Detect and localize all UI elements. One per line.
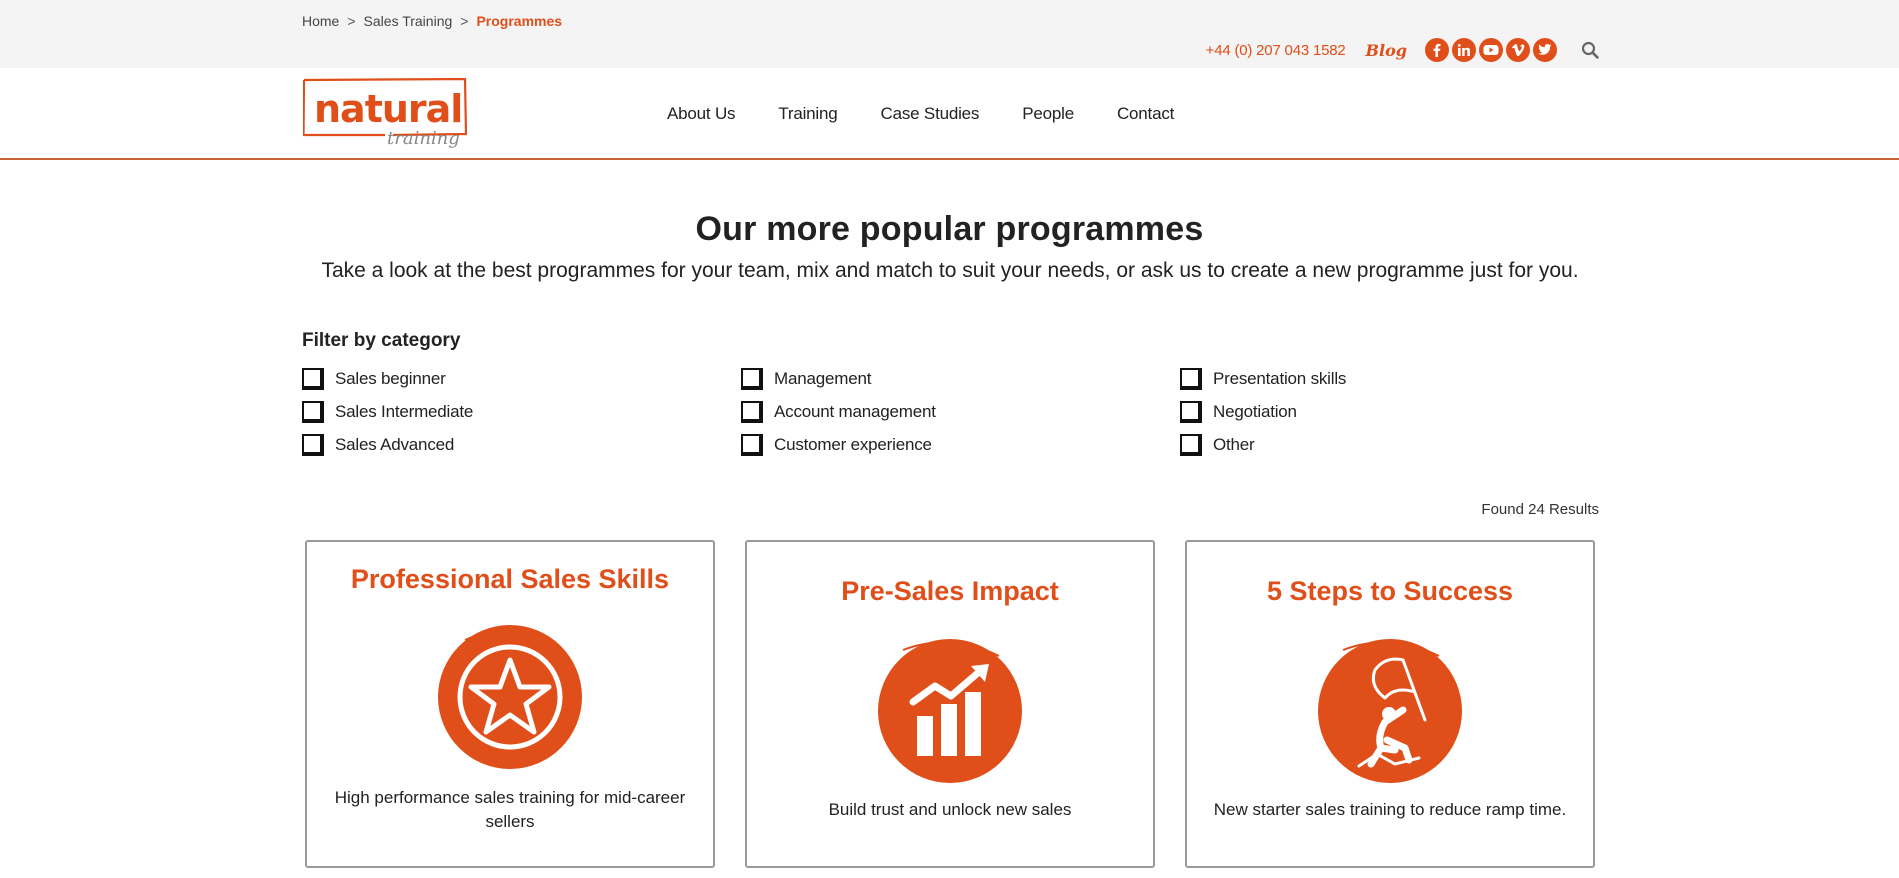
- card-description: Build trust and unlock new sales: [828, 800, 1072, 819]
- results-count: Found 24 Results: [1481, 501, 1599, 518]
- linkedin-icon[interactable]: [1452, 38, 1476, 62]
- filter-title: Filter by category: [302, 330, 461, 351]
- nav-item-contact[interactable]: Contact: [1117, 104, 1174, 124]
- filter-sales-intermediate[interactable]: Sales Intermediate: [302, 399, 741, 424]
- filter-label: Negotiation: [1213, 401, 1297, 421]
- filter-label: Customer experience: [774, 434, 932, 454]
- filter-label: Sales Intermediate: [335, 401, 474, 421]
- breadcrumb-home-link[interactable]: Home: [302, 13, 339, 29]
- page-subtitle: Take a look at the best programmes for y…: [321, 259, 1579, 282]
- blog-link[interactable]: Blog: [1366, 41, 1407, 60]
- facebook-icon[interactable]: [1425, 38, 1449, 62]
- top-bar: Home > Sales Training > Programmes +44 (…: [0, 0, 1899, 68]
- vimeo-icon[interactable]: [1506, 38, 1530, 62]
- star-icon: [435, 622, 585, 772]
- checkbox[interactable]: [1180, 367, 1202, 390]
- phone-link[interactable]: +44 (0) 207 043 1582: [1206, 42, 1346, 59]
- card-title: 5 Steps to Success: [1266, 576, 1514, 606]
- nav-item-training[interactable]: Training: [778, 104, 837, 124]
- search-icon[interactable]: [1579, 39, 1601, 61]
- nav-item-case-studies[interactable]: Case Studies: [881, 104, 980, 124]
- filter-management[interactable]: Management: [741, 366, 1180, 391]
- filter-customer-experience[interactable]: Customer experience: [741, 432, 1180, 457]
- checkbox[interactable]: [302, 433, 324, 456]
- logo-text: natural: [314, 87, 462, 131]
- filter-label: Presentation skills: [1213, 368, 1347, 388]
- flag-climber-icon: [1315, 636, 1465, 786]
- checkbox[interactable]: [302, 367, 324, 390]
- growth-chart-icon: [875, 636, 1025, 786]
- social-links: [1425, 38, 1557, 62]
- card-description: New starter sales training to reduce ram…: [1213, 800, 1567, 819]
- programme-card[interactable]: Professional Sales Skills High performan…: [305, 540, 715, 868]
- filter-presentation-skills[interactable]: Presentation skills: [1180, 366, 1619, 391]
- breadcrumb-separator: >: [460, 13, 469, 29]
- checkbox[interactable]: [302, 400, 324, 423]
- checkbox[interactable]: [741, 400, 763, 423]
- nav-item-about-us[interactable]: About Us: [667, 104, 736, 124]
- checkbox[interactable]: [741, 433, 763, 456]
- checkbox[interactable]: [741, 367, 763, 390]
- filter-label: Sales Advanced: [335, 434, 455, 454]
- category-filter: Sales beginner Management Presentation s…: [302, 366, 1622, 457]
- card-title: Pre-Sales Impact: [841, 576, 1059, 606]
- filter-label: Other: [1213, 434, 1255, 454]
- logo[interactable]: natural training: [302, 77, 468, 160]
- programme-card[interactable]: 5 Steps to Success New starter sales tra…: [1185, 540, 1595, 868]
- filter-negotiation[interactable]: Negotiation: [1180, 399, 1619, 424]
- breadcrumb-sales-training-link[interactable]: Sales Training: [364, 13, 453, 29]
- filter-label: Account management: [774, 401, 936, 421]
- checkbox[interactable]: [1180, 433, 1202, 456]
- nav-item-people[interactable]: People: [1022, 104, 1074, 124]
- twitter-icon[interactable]: [1533, 38, 1557, 62]
- filter-sales-beginner[interactable]: Sales beginner: [302, 366, 741, 391]
- card-title: Professional Sales Skills: [350, 564, 670, 594]
- breadcrumb-separator: >: [347, 13, 356, 29]
- filter-account-management[interactable]: Account management: [741, 399, 1180, 424]
- filter-other[interactable]: Other: [1180, 432, 1619, 457]
- filter-label: Management: [774, 368, 872, 388]
- breadcrumb-current: Programmes: [476, 13, 563, 29]
- logo-subtext: training: [387, 128, 460, 149]
- filter-label: Sales beginner: [335, 368, 446, 388]
- breadcrumb: Home > Sales Training > Programmes: [302, 13, 562, 29]
- programme-card[interactable]: Pre-Sales Impact Build trust and unlock …: [745, 540, 1155, 868]
- main-nav: About Us Training Case Studies People Co…: [667, 104, 1217, 124]
- contact-row: +44 (0) 207 043 1582 Blog: [1206, 38, 1601, 62]
- page-title: Our more popular programmes: [695, 210, 1204, 248]
- filter-sales-advanced[interactable]: Sales Advanced: [302, 432, 741, 457]
- site-header: natural training About Us Training Case …: [0, 68, 1899, 160]
- card-description: High performance sales training for mid-…: [334, 788, 686, 831]
- youtube-icon[interactable]: [1479, 38, 1503, 62]
- checkbox[interactable]: [1180, 400, 1202, 423]
